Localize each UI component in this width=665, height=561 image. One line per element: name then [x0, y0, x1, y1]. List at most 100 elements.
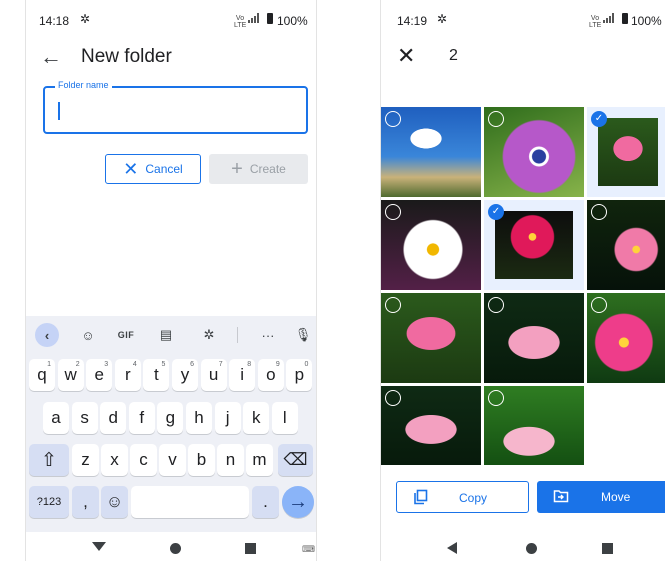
- keyboard-settings-icon[interactable]: ✲: [197, 323, 221, 347]
- unchecked-circle-icon[interactable]: [385, 297, 401, 313]
- unchecked-circle-icon[interactable]: [385, 390, 401, 406]
- key-x[interactable]: x: [101, 444, 128, 476]
- nav-home-icon[interactable]: [526, 543, 537, 554]
- nav-recents-icon[interactable]: [602, 543, 613, 554]
- key-j-label: j: [225, 408, 230, 427]
- nav-back-icon[interactable]: [447, 542, 457, 554]
- unchecked-circle-icon[interactable]: [591, 204, 607, 220]
- space-key[interactable]: [131, 486, 249, 518]
- key-t[interactable]: t5: [143, 359, 170, 391]
- key-u[interactable]: u7: [200, 359, 227, 391]
- backspace-icon: ⌫: [283, 450, 308, 469]
- key-d-label: d: [108, 408, 118, 427]
- key-e[interactable]: e3: [86, 359, 113, 391]
- enter-key[interactable]: →: [282, 486, 314, 518]
- key-n[interactable]: n: [217, 444, 244, 476]
- photo-selection-screen: 14:19 ✲ Vo LTE 100% ✕ 2 ✓ ✓ Copy Move: [380, 0, 665, 561]
- key-m[interactable]: m: [246, 444, 273, 476]
- gif-button[interactable]: GIF: [114, 323, 138, 347]
- new-folder-screen: 14:18 ✲ Vo LTE 100% ← New folder Folder n…: [25, 0, 317, 561]
- unchecked-circle-icon[interactable]: [591, 297, 607, 313]
- selected-count: 2: [449, 47, 458, 64]
- keyboard-switch-icon[interactable]: ⌨: [302, 544, 315, 555]
- battery-icon: [267, 13, 273, 24]
- unchecked-circle-icon[interactable]: [488, 111, 504, 127]
- copy-button[interactable]: Copy: [396, 481, 529, 513]
- key-q[interactable]: q1: [29, 359, 55, 391]
- key-z[interactable]: z: [72, 444, 99, 476]
- copy-label: Copy: [459, 491, 488, 505]
- key-w[interactable]: w2: [57, 359, 84, 391]
- photo-thumbnail[interactable]: [484, 107, 584, 197]
- more-options-icon[interactable]: ···: [256, 323, 280, 347]
- nav-home-icon[interactable]: [170, 543, 181, 554]
- sticker-icon[interactable]: ☺: [76, 323, 100, 347]
- key-h-label: h: [194, 408, 204, 427]
- status-bar: 14:18 ✲ Vo LTE 100%: [26, 0, 316, 36]
- move-button[interactable]: Move: [537, 481, 665, 513]
- settings-gear-icon: ✲: [437, 12, 448, 26]
- key-c-label: c: [139, 450, 148, 469]
- folder-name-field[interactable]: Folder name: [43, 80, 308, 134]
- photo-thumbnail[interactable]: [381, 386, 481, 465]
- key-y[interactable]: y6: [172, 359, 198, 391]
- clipboard-icon[interactable]: ▤: [154, 323, 178, 347]
- key-b[interactable]: b: [188, 444, 215, 476]
- settings-gear-icon: ✲: [80, 12, 91, 26]
- back-arrow-icon[interactable]: ←: [40, 44, 62, 70]
- photo-thumbnail[interactable]: [587, 200, 665, 290]
- create-button[interactable]: + Create: [209, 154, 308, 184]
- microphone-icon[interactable]: 🎙: [291, 323, 315, 347]
- cancel-button[interactable]: ✕ Cancel: [105, 154, 201, 184]
- key-o[interactable]: o9: [257, 359, 284, 391]
- key-l[interactable]: l: [271, 402, 298, 434]
- nav-recents-icon[interactable]: [245, 543, 256, 554]
- unchecked-circle-icon[interactable]: [385, 204, 401, 220]
- key-u-label: u: [208, 365, 219, 384]
- status-time: 14:19: [397, 14, 428, 28]
- key-c[interactable]: c: [130, 444, 157, 476]
- text-cursor: [58, 102, 60, 120]
- key-r[interactable]: r4: [114, 359, 141, 391]
- period-key[interactable]: .: [252, 486, 279, 518]
- unchecked-circle-icon[interactable]: [488, 390, 504, 406]
- key-i[interactable]: i8: [229, 359, 256, 391]
- key-f-label: f: [139, 408, 145, 427]
- checked-circle-icon[interactable]: ✓: [488, 204, 504, 220]
- key-j[interactable]: j: [214, 402, 241, 434]
- key-d[interactable]: d: [100, 402, 127, 434]
- signal-icon: [248, 13, 259, 23]
- key-a-label: a: [51, 408, 61, 427]
- key-s[interactable]: s: [71, 402, 98, 434]
- key-g[interactable]: g: [157, 402, 184, 434]
- key-a[interactable]: a: [43, 402, 69, 434]
- photo-thumbnail[interactable]: [587, 293, 665, 383]
- key-k[interactable]: k: [243, 402, 270, 434]
- key-v[interactable]: v: [159, 444, 186, 476]
- emoji-key[interactable]: ☺: [101, 486, 128, 518]
- photo-thumbnail[interactable]: [381, 107, 481, 197]
- key-f[interactable]: f: [128, 402, 155, 434]
- unchecked-circle-icon[interactable]: [488, 297, 504, 313]
- checked-circle-icon[interactable]: ✓: [591, 111, 607, 127]
- photo-thumbnail[interactable]: [484, 293, 584, 383]
- photo-thumbnail[interactable]: ✓: [587, 107, 665, 197]
- key-p[interactable]: p0: [286, 359, 313, 391]
- backspace-key[interactable]: ⌫: [278, 444, 313, 476]
- photo-thumbnail[interactable]: [484, 386, 584, 465]
- photo-thumbnail[interactable]: [381, 200, 481, 290]
- key-h[interactable]: h: [186, 402, 212, 434]
- comma-key[interactable]: ,: [72, 486, 99, 518]
- symbols-key[interactable]: ?123: [29, 486, 69, 518]
- close-selection-icon[interactable]: ✕: [397, 43, 415, 69]
- nav-back-icon[interactable]: [92, 542, 106, 551]
- photo-image: [495, 211, 573, 279]
- folder-name-input[interactable]: [55, 99, 295, 121]
- symbols-key-label: ?123: [36, 496, 62, 508]
- shift-key[interactable]: ⇧: [29, 444, 69, 476]
- photo-thumbnail[interactable]: [381, 293, 481, 383]
- photo-image: [598, 118, 658, 186]
- keyboard-back-icon[interactable]: ‹: [35, 323, 59, 347]
- unchecked-circle-icon[interactable]: [385, 111, 401, 127]
- photo-thumbnail[interactable]: ✓: [484, 200, 584, 290]
